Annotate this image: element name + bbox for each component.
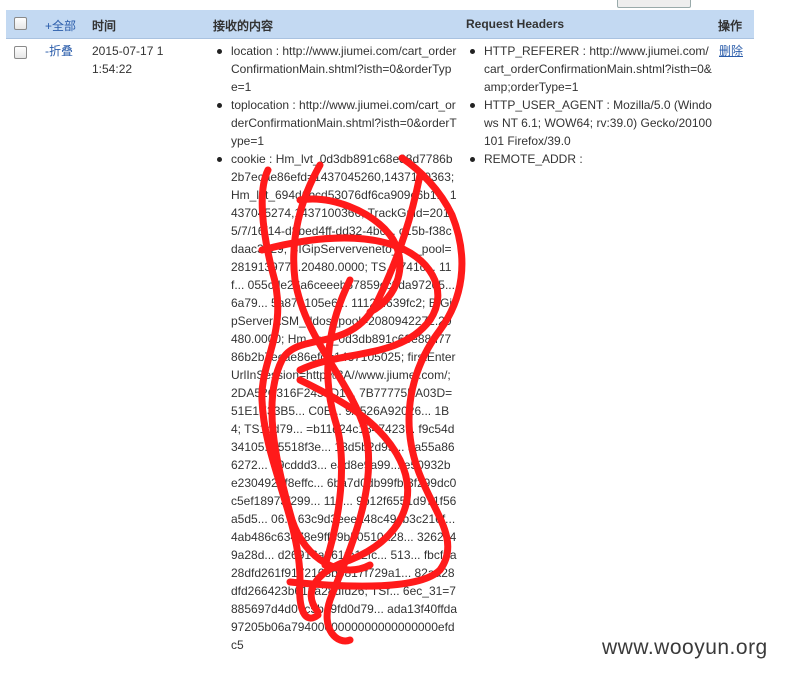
- column-header-time: 时间: [92, 19, 117, 33]
- content-item-cookie: cookie : Hm_lvt_0d3db891c68e88d7786b2b7e…: [214, 150, 457, 654]
- header-item-remote-addr: REMOTE_ADDR :: [467, 150, 714, 168]
- delete-link[interactable]: 删除: [719, 42, 743, 60]
- toolbar-button[interactable]: [617, 0, 691, 8]
- table-row: -折叠 2015-07-17 11:54:22 location : http:…: [6, 39, 754, 675]
- show-all-link[interactable]: +全部: [45, 17, 76, 34]
- content-item-toplocation: toplocation : http://www.jiumei.com/cart…: [214, 96, 457, 150]
- request-headers-list: HTTP_REFERER : http://www.jiumei.com/car…: [467, 42, 714, 168]
- watermark-text: www.wooyun.org: [602, 636, 768, 659]
- header-item-user-agent: HTTP_USER_AGENT : Mozilla/5.0 (Windows N…: [467, 96, 714, 150]
- select-all-checkbox[interactable]: [14, 17, 27, 30]
- table-header: +全部 时间 接收的内容 Request Headers 操作: [6, 10, 754, 39]
- row-checkbox[interactable]: [14, 46, 27, 59]
- received-content-list: location : http://www.jiumei.com/cart_or…: [214, 42, 457, 654]
- header-item-referer: HTTP_REFERER : http://www.jiumei.com/car…: [467, 42, 714, 96]
- content-item-location: location : http://www.jiumei.com/cart_or…: [214, 42, 457, 96]
- collapse-link[interactable]: -折叠: [45, 42, 73, 60]
- column-header-action: 操作: [718, 19, 743, 33]
- row-time: 2015-07-17 11:54:22: [92, 44, 164, 76]
- column-header-request-headers: Request Headers: [466, 17, 565, 31]
- top-toolbar: [0, 0, 808, 8]
- column-header-content: 接收的内容: [213, 19, 274, 33]
